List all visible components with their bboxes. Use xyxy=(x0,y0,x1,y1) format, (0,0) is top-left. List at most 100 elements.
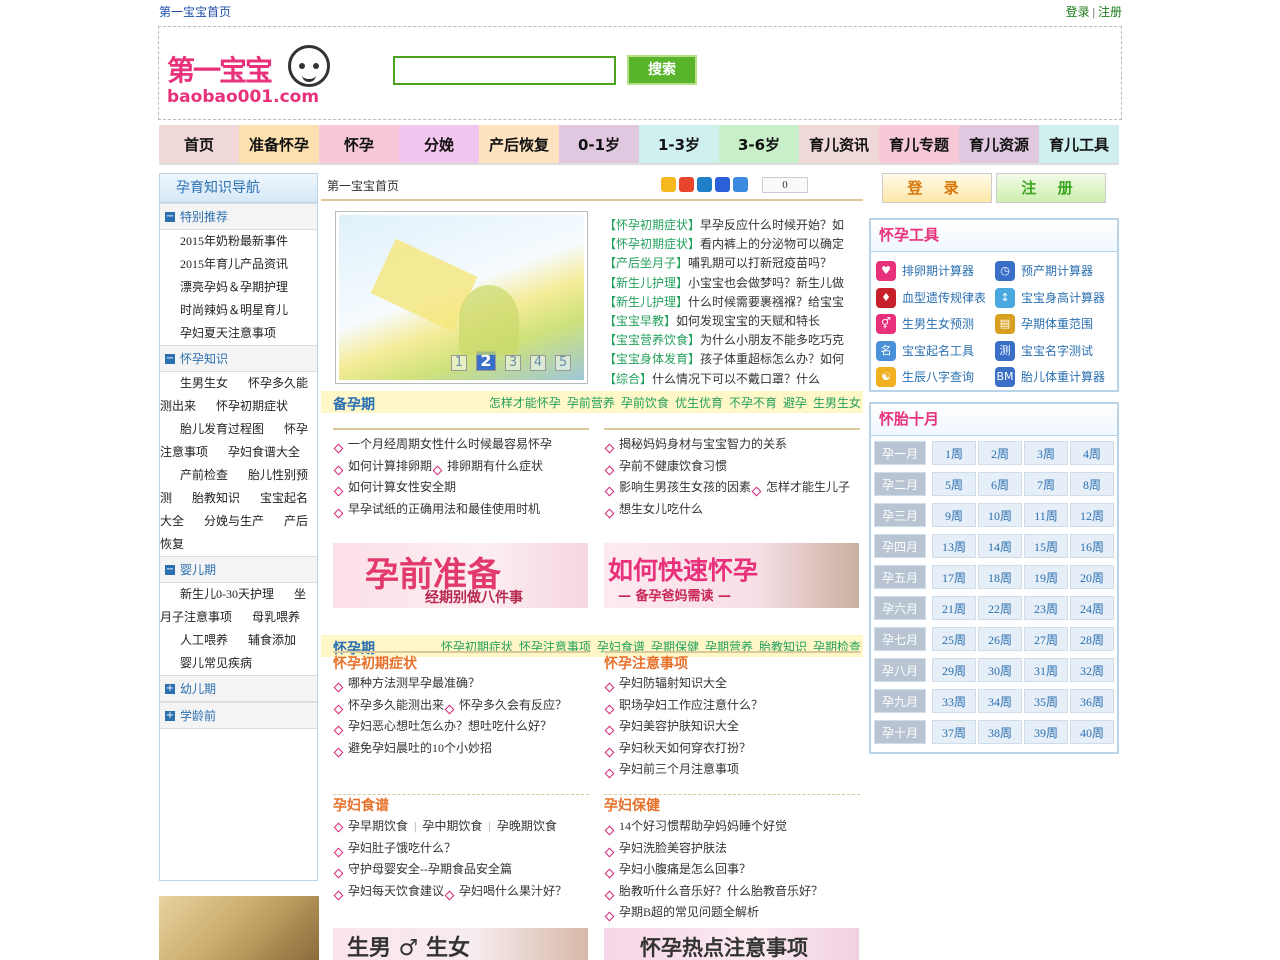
nav-item[interactable]: 育儿资讯 xyxy=(799,125,879,165)
tool-item[interactable]: ☯ 生辰八字查询 xyxy=(876,366,974,388)
list-item[interactable]: 孕期B超的常见问题全解析 xyxy=(604,905,759,919)
slider-dot[interactable]: 3 xyxy=(505,355,521,371)
tool-item[interactable]: ▤ 孕期体重范围 xyxy=(995,313,1093,335)
headline-item[interactable]: 【新生儿护理】小宝宝也会做梦吗？新生儿做 xyxy=(604,274,864,293)
headline-item[interactable]: 【宝宝营养饮食】为什么小朋友不能多吃巧克 xyxy=(604,331,864,350)
baidu-share-icon[interactable] xyxy=(715,177,730,192)
nav-sub-item[interactable]: 新生儿0-30天护理 xyxy=(160,587,274,601)
list-item[interactable]: 孕妇美容护肤知识大全 xyxy=(604,719,739,733)
nav-sub-item[interactable]: 孕妇食谱大全 xyxy=(208,445,300,459)
photo-slider[interactable]: 12345 xyxy=(335,211,588,384)
week-link[interactable]: 12周 xyxy=(1070,503,1114,527)
tool-item[interactable]: ◷ 预产期计算器 xyxy=(995,260,1093,282)
nav-sub-item[interactable]: 生男生女 xyxy=(160,376,228,390)
nav-sub-item[interactable]: 婴儿常见疾病 xyxy=(160,656,252,670)
collapse-icon[interactable]: − xyxy=(165,212,175,222)
nav-sub-item[interactable]: 人工喂养 xyxy=(160,633,228,647)
breadcrumb-home[interactable]: 第一宝宝首页 xyxy=(327,177,399,194)
section-link[interactable]: 优生优育 xyxy=(675,396,723,410)
list-item[interactable]: 孕妇洗脸美容护肤法 xyxy=(604,841,727,855)
slider-dot[interactable]: 1 xyxy=(451,355,467,371)
nav-section-5[interactable]: + 学龄前 xyxy=(160,702,317,729)
list-item[interactable]: 怀孕多久能测出来 xyxy=(333,698,444,712)
tencent-share-icon[interactable] xyxy=(697,177,712,192)
expand-icon[interactable]: + xyxy=(165,711,175,721)
week-link[interactable]: 27周 xyxy=(1024,627,1068,651)
list-item[interactable]: 怀孕多久会有反应？ xyxy=(444,698,567,712)
headline-item[interactable]: 【宝宝早教】如何发现宝宝的天赋和特长 xyxy=(604,312,864,331)
headline-text[interactable]: 早孕反应什么时候开始？如 xyxy=(700,218,844,232)
month-label[interactable]: 孕十月 xyxy=(874,720,926,744)
week-link[interactable]: 15周 xyxy=(1024,534,1068,558)
week-link[interactable]: 35周 xyxy=(1024,689,1068,713)
headline-tag[interactable]: 【新生儿护理】 xyxy=(604,276,688,290)
nav-sub-item[interactable]: 母乳喂养 xyxy=(232,610,300,624)
week-link[interactable]: 1周 xyxy=(932,441,976,465)
nav-sub-item[interactable]: 怀孕初期症状 xyxy=(196,399,288,413)
week-link[interactable]: 39周 xyxy=(1024,720,1068,744)
search-input[interactable] xyxy=(393,56,616,85)
section-link[interactable]: 不孕不育 xyxy=(729,396,777,410)
list-item[interactable]: 孕妇秋天如何穿衣打扮？ xyxy=(604,741,751,755)
week-link[interactable]: 29周 xyxy=(932,658,976,682)
week-link[interactable]: 40周 xyxy=(1070,720,1114,744)
headline-item[interactable]: 【新生儿护理】什么时候需要裹襁褓？给宝宝 xyxy=(604,293,864,312)
list-item[interactable]: 孕妇肚子饿吃什么？ xyxy=(333,841,456,855)
slider-image[interactable]: 12345 xyxy=(339,215,584,380)
qzone-share-icon[interactable] xyxy=(661,177,676,192)
headline-tag[interactable]: 【产后坐月子】 xyxy=(604,256,688,270)
nav-sub-item[interactable]: 时尚辣妈＆明星育儿 xyxy=(160,303,288,317)
week-link[interactable]: 6周 xyxy=(978,472,1022,496)
nav-item[interactable]: 3-6岁 xyxy=(719,125,799,165)
nav-sub-item[interactable]: 胎教知识 xyxy=(172,491,240,505)
nav-item[interactable]: 0-1岁 xyxy=(559,125,639,165)
section-link[interactable]: 生男生女 xyxy=(813,396,861,410)
preg-block-title[interactable]: 怀孕注意事项 xyxy=(604,651,860,673)
list-item[interactable]: 胎教听什么音乐好？什么胎教音乐好？ xyxy=(604,884,823,898)
week-link[interactable]: 25周 xyxy=(932,627,976,651)
headline-item[interactable]: 【怀孕初期症状】早孕反应什么时候开始？如 xyxy=(604,216,864,235)
week-link[interactable]: 7周 xyxy=(1024,472,1068,496)
section-link[interactable]: 孕前营养 xyxy=(567,396,615,410)
site-logo[interactable]: 第一宝宝 baobao001.com xyxy=(165,35,335,113)
list-item[interactable]: 排卵期有什么症状 xyxy=(432,459,543,473)
tool-item[interactable]: ↕ 宝宝身高计算器 xyxy=(995,287,1105,309)
week-link[interactable]: 18周 xyxy=(978,565,1022,589)
slider-dot[interactable]: 2 xyxy=(476,351,496,371)
week-link[interactable]: 24周 xyxy=(1070,596,1114,620)
nav-item[interactable]: 育儿工具 xyxy=(1039,125,1119,165)
expand-icon[interactable]: + xyxy=(165,684,175,694)
nav-item[interactable]: 育儿资源 xyxy=(959,125,1039,165)
headline-text[interactable]: 什么情况下可以不戴口罩？什么 xyxy=(652,372,820,386)
list-item[interactable]: 孕妇喝什么果汁好？ xyxy=(444,884,567,898)
week-link[interactable]: 19周 xyxy=(1024,565,1068,589)
headline-text[interactable]: 为什么小朋友不能多吃巧克 xyxy=(700,333,844,347)
section-link[interactable]: 怎样才能怀孕 xyxy=(489,396,561,410)
login-button[interactable]: 登 录 xyxy=(882,173,992,203)
week-link[interactable]: 14周 xyxy=(978,534,1022,558)
list-item[interactable]: 避免孕妇晨吐的10个小妙招 xyxy=(333,741,492,755)
prep-banner-left[interactable]: 孕前准备 经期别做八件事 xyxy=(333,543,588,608)
headline-tag[interactable]: 【新生儿护理】 xyxy=(604,295,688,309)
week-link[interactable]: 31周 xyxy=(1024,658,1068,682)
week-link[interactable]: 4周 xyxy=(1070,441,1114,465)
list-item[interactable]: 孕妇恶心想吐怎么办？想吐吃什么好？ xyxy=(333,719,552,733)
headline-tag[interactable]: 【宝宝早教】 xyxy=(604,314,676,328)
headline-text[interactable]: 哺乳期可以打新冠疫苗吗？ xyxy=(688,256,832,270)
headline-item[interactable]: 【产后坐月子】哺乳期可以打新冠疫苗吗？ xyxy=(604,254,864,273)
list-item[interactable]: 一个月经周期女性什么时候最容易怀孕 xyxy=(333,437,552,451)
month-label[interactable]: 孕五月 xyxy=(874,565,926,589)
collapse-icon[interactable]: − xyxy=(165,565,175,575)
headline-tag[interactable]: 【怀孕初期症状】 xyxy=(604,218,700,232)
prep-section-title[interactable]: 备孕期 xyxy=(333,394,375,414)
preg-banner-left[interactable]: 生男 ♂ 生女 xyxy=(333,928,588,960)
list-item[interactable]: 如何计算排卵期 xyxy=(333,459,432,473)
nav-sub-item[interactable]: 漂亮孕妈＆孕期护理 xyxy=(160,280,288,294)
headline-tag[interactable]: 【怀孕初期症状】 xyxy=(604,237,700,251)
slider-dot[interactable]: 4 xyxy=(530,355,546,371)
tool-item[interactable]: ⚥ 生男生女预测 xyxy=(876,313,974,335)
nav-section-1[interactable]: − 特别推荐 xyxy=(160,203,317,230)
week-link[interactable]: 2周 xyxy=(978,441,1022,465)
list-item[interactable]: 哪种方法测早孕最准确？ xyxy=(333,676,480,690)
week-link[interactable]: 30周 xyxy=(978,658,1022,682)
